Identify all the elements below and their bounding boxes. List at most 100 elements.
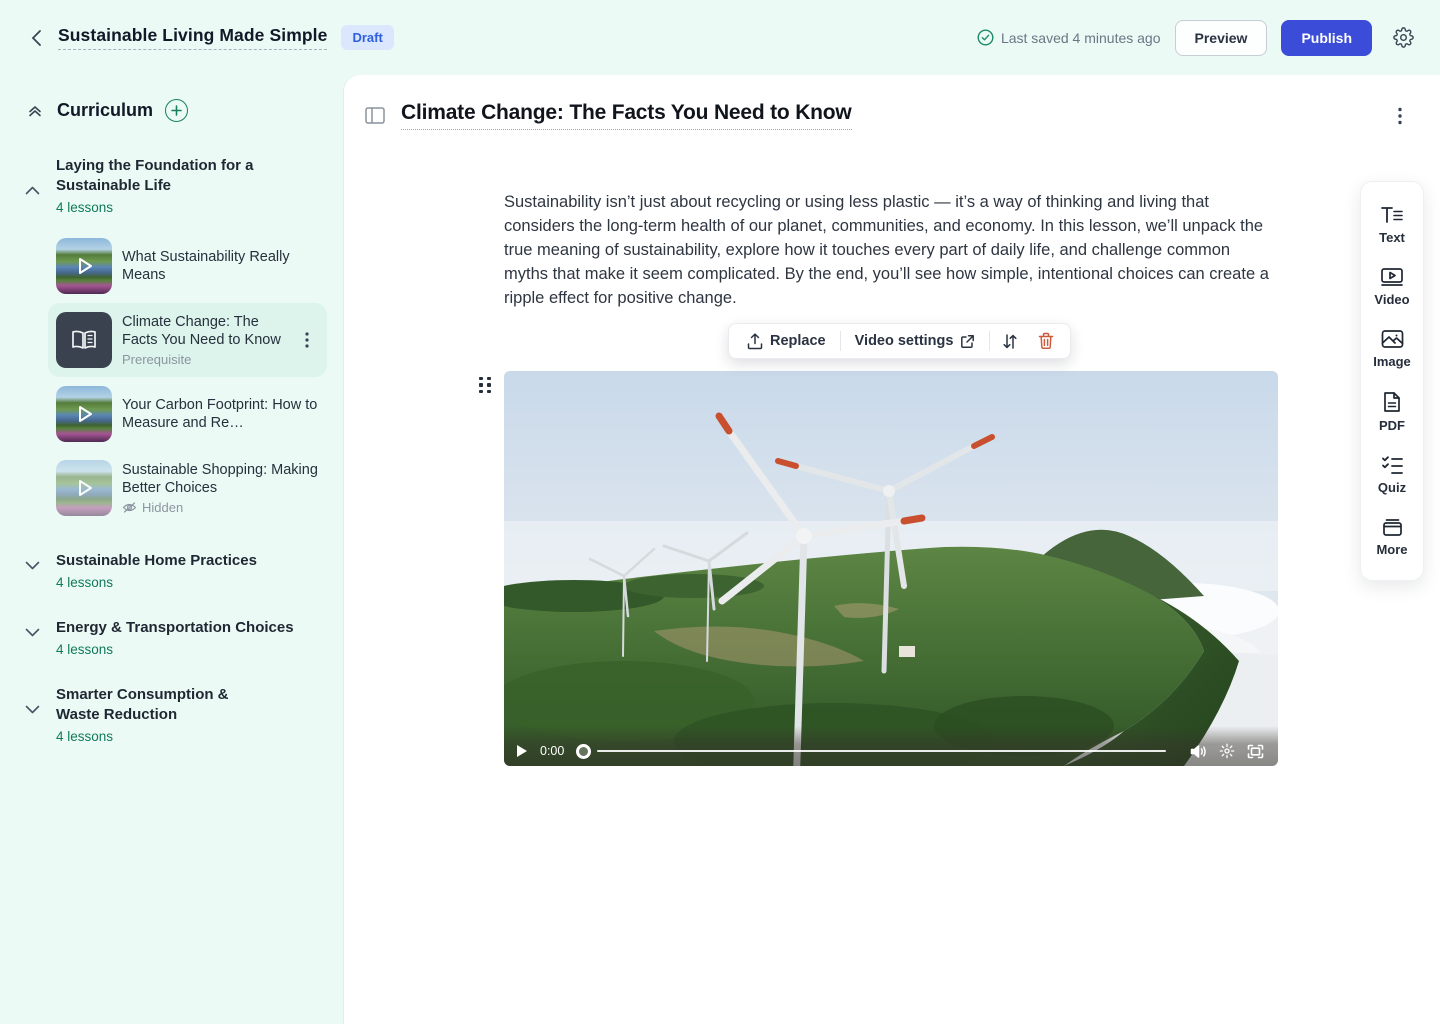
curriculum-sidebar: Curriculum Laying the Foundation for a S… (0, 75, 344, 1024)
section-expand-button[interactable] (22, 699, 42, 719)
video-icon (1380, 267, 1404, 287)
play-icon (56, 460, 112, 516)
section-lesson-count: 4 lessons (56, 642, 326, 657)
video-settings-label: Video settings (855, 333, 954, 349)
upload-icon (747, 333, 763, 350)
lesson-text-block[interactable]: Sustainability isn’t just about recyclin… (504, 190, 1270, 310)
seek-handle[interactable] (576, 744, 591, 759)
pdf-icon (1382, 391, 1402, 413)
current-time: 0:00 (540, 744, 564, 758)
collapse-all-button[interactable] (24, 100, 46, 122)
seek-track[interactable] (597, 750, 1166, 752)
insert-block-panel: Text Video Image PDF Quiz More (1360, 181, 1424, 581)
volume-button[interactable] (1188, 742, 1209, 761)
curriculum-section: Laying the Foundation for a Sustainable … (0, 156, 344, 525)
video-controls-bar: 0:00 (504, 726, 1278, 766)
fullscreen-button[interactable] (1245, 742, 1266, 761)
lesson-title: Your Carbon Footprint: How to Measure an… (122, 396, 319, 432)
section-lesson-count: 4 lessons (56, 729, 326, 744)
lesson-item-sustainable-shopping[interactable]: Sustainable Shopping: Making Better Choi… (48, 451, 327, 525)
app-header: Sustainable Living Made Simple Draft Las… (0, 0, 1440, 75)
open-book-icon (70, 328, 98, 352)
panel-layout-icon (365, 107, 385, 124)
lesson-title: Climate Change: The Facts You Need to Kn… (122, 313, 295, 349)
plus-icon (171, 105, 182, 116)
move-block-button[interactable] (992, 327, 1028, 356)
kebab-icon (1398, 107, 1402, 125)
insert-video-label: Video (1374, 292, 1409, 307)
insert-video-button[interactable]: Video (1361, 256, 1423, 318)
section-expand-button[interactable] (22, 555, 42, 575)
back-button[interactable] (22, 24, 50, 52)
preview-button[interactable]: Preview (1175, 20, 1268, 56)
video-player[interactable]: 0:00 (504, 371, 1278, 766)
insert-pdf-label: PDF (1379, 418, 1405, 433)
saved-status-text: Last saved 4 minutes ago (1001, 30, 1161, 46)
chevron-left-icon (30, 29, 43, 47)
lesson-item-carbon-footprint[interactable]: Your Carbon Footprint: How to Measure an… (48, 377, 327, 451)
divider (840, 331, 841, 351)
chevron-down-icon (25, 628, 40, 637)
external-link-icon (960, 334, 975, 349)
section-title[interactable]: Sustainable Home Practices (56, 551, 326, 571)
insert-text-button[interactable]: Text (1361, 194, 1423, 256)
chevron-down-icon (25, 705, 40, 714)
gear-icon (1393, 27, 1414, 48)
lesson-title: Sustainable Shopping: Making Better Choi… (122, 461, 319, 497)
settings-button[interactable] (1386, 21, 1420, 55)
section-collapse-button[interactable] (22, 180, 42, 200)
publish-button[interactable]: Publish (1281, 20, 1372, 56)
insert-more-button[interactable]: More (1361, 506, 1423, 568)
double-chevron-up-icon (27, 103, 43, 119)
check-circle-icon (977, 29, 994, 46)
lesson-page-title[interactable]: Climate Change: The Facts You Need to Kn… (401, 101, 852, 130)
play-icon (56, 238, 112, 294)
insert-image-label: Image (1373, 354, 1411, 369)
block-drag-handle[interactable] (477, 374, 493, 396)
section-expand-button[interactable] (22, 622, 42, 642)
lesson-menu-button[interactable] (295, 328, 319, 352)
insert-quiz-button[interactable]: Quiz (1361, 444, 1423, 506)
lesson-thumbnail (56, 312, 112, 368)
trash-icon (1038, 332, 1054, 350)
lesson-hidden-label: Hidden (142, 500, 183, 515)
insert-text-label: Text (1379, 230, 1405, 245)
video-settings-button[interactable]: Video settings (843, 327, 988, 355)
toggle-sidebar-button[interactable] (362, 104, 388, 128)
add-section-button[interactable] (165, 99, 188, 122)
section-title[interactable]: Laying the Foundation for a Sustainable … (56, 156, 326, 196)
image-icon (1381, 329, 1404, 349)
curriculum-section: Energy & Transportation Choices 4 lesson… (0, 618, 344, 657)
divider (989, 331, 990, 351)
lesson-prerequisite-label: Prerequisite (122, 352, 295, 367)
insert-more-label: More (1376, 542, 1407, 557)
lesson-item-climate-change[interactable]: Climate Change: The Facts You Need to Kn… (48, 303, 327, 377)
insert-pdf-button[interactable]: PDF (1361, 380, 1423, 444)
video-block-toolbar: Replace Video settings (728, 323, 1071, 359)
lesson-title: What Sustainability Really Means (122, 248, 319, 284)
replace-label: Replace (770, 333, 826, 349)
course-title[interactable]: Sustainable Living Made Simple (58, 25, 327, 50)
eye-off-icon (122, 501, 137, 514)
lesson-thumbnail (56, 238, 112, 294)
section-lesson-count: 4 lessons (56, 200, 326, 215)
section-title[interactable]: Energy & Transportation Choices (56, 618, 326, 638)
lesson-item-what-sustainability[interactable]: What Sustainability Really Means (48, 229, 327, 303)
section-title[interactable]: Smarter Consumption & Waste Reduction (56, 685, 276, 725)
player-settings-button[interactable] (1217, 741, 1237, 761)
lesson-options-button[interactable] (1386, 102, 1414, 130)
lesson-list: What Sustainability Really Means Climate… (48, 229, 326, 525)
curriculum-title: Curriculum (57, 100, 153, 121)
insert-image-button[interactable]: Image (1361, 318, 1423, 380)
lesson-thumbnail (56, 460, 112, 516)
more-icon (1381, 517, 1404, 537)
play-button[interactable] (514, 742, 530, 760)
replace-video-button[interactable]: Replace (735, 327, 838, 356)
saved-status: Last saved 4 minutes ago (977, 29, 1161, 46)
chevron-up-icon (25, 186, 40, 195)
lesson-thumbnail (56, 386, 112, 442)
text-icon (1380, 205, 1404, 225)
sort-arrows-icon (1002, 333, 1018, 350)
delete-block-button[interactable] (1028, 326, 1064, 356)
curriculum-section: Sustainable Home Practices 4 lessons (0, 551, 344, 590)
